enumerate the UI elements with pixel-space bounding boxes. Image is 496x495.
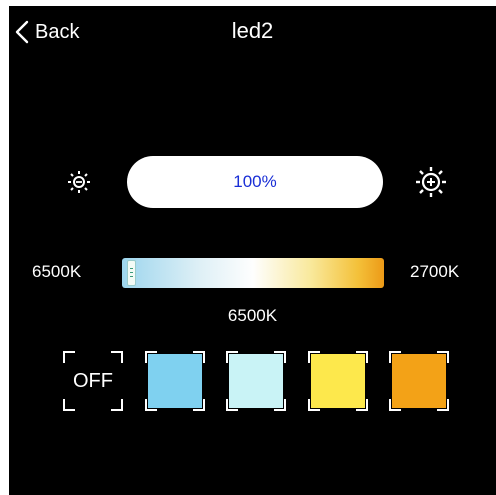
screen: Back led2 100% 6500K 2700K 6500K OFF bbox=[9, 6, 496, 495]
brightness-value: 100% bbox=[233, 172, 277, 191]
sun-bright-icon[interactable] bbox=[415, 166, 447, 198]
cct-max-label: 2700K bbox=[410, 262, 460, 281]
cct-min-label: 6500K bbox=[32, 262, 82, 281]
brightness-slider[interactable]: 100% bbox=[127, 156, 383, 208]
sun-dim-icon[interactable] bbox=[67, 170, 91, 194]
page-title: led2 bbox=[231, 18, 274, 43]
cct-current-value: 6500K bbox=[227, 306, 278, 325]
color-temperature-slider[interactable] bbox=[122, 258, 384, 288]
preset-row: OFF bbox=[9, 351, 496, 413]
preset-off-label: OFF bbox=[73, 370, 113, 392]
preset-color-4[interactable] bbox=[389, 351, 449, 411]
preset-color-1[interactable] bbox=[145, 351, 205, 411]
preset-color-3[interactable] bbox=[308, 351, 368, 411]
preset-color-2[interactable] bbox=[226, 351, 286, 411]
cct-track bbox=[122, 258, 384, 288]
preset-off-button[interactable]: OFF bbox=[63, 351, 123, 411]
cct-slider-handle[interactable] bbox=[127, 260, 136, 286]
